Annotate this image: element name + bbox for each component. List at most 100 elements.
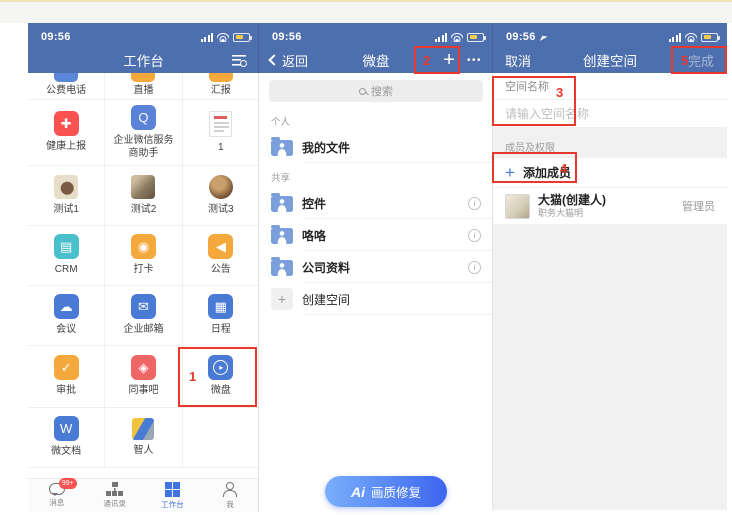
tab-contacts[interactable]: 通讯录	[86, 479, 144, 512]
row-shared-space[interactable]: 控件 i	[259, 187, 493, 219]
top-band	[0, 0, 732, 23]
row-my-files[interactable]: 我的文件	[259, 131, 493, 163]
service-assistant-icon: Q	[131, 105, 156, 130]
app-colleagues[interactable]: ◈同事吧	[105, 346, 182, 407]
app-announcement[interactable]: ◀公告	[183, 226, 259, 285]
app-public-phone[interactable]: 公费电话	[28, 73, 105, 99]
workbench-header: 09:56 工作台	[28, 23, 259, 73]
shared-folder-icon	[271, 260, 293, 276]
wedrive-header: 09:56 返回 微盘 + •••	[259, 23, 493, 73]
member-name: 大猫(创建人)	[538, 193, 606, 208]
app-health-report[interactable]: ✚健康上报	[28, 100, 105, 165]
member-row[interactable]: 大猫(创建人) 职务大猫明 管理员	[493, 188, 727, 224]
plus-icon: +	[505, 164, 515, 181]
tab-messages[interactable]: 99+ 消息	[28, 479, 86, 512]
test1-photo-icon	[54, 175, 78, 199]
megaphone-icon: ◀	[208, 234, 233, 259]
app-check-in[interactable]: ◉打卡	[105, 226, 182, 285]
public-phone-icon	[54, 73, 78, 82]
tab-workbench[interactable]: 工作台	[144, 479, 202, 512]
wedrive-play-icon: ▸	[208, 355, 233, 380]
battery-icon	[467, 33, 484, 42]
app-wedrive[interactable]: ▸微盘	[183, 346, 259, 407]
app-service-assistant[interactable]: Q企业微信服务商助手	[105, 100, 182, 165]
members-section-label: 成员及权限	[493, 127, 727, 158]
tab-me[interactable]: 我	[201, 479, 259, 512]
create-space-header: 09:56 取消 创建空间 完成	[493, 23, 727, 73]
app-wedoc[interactable]: W微文档	[28, 408, 105, 467]
search-placeholder: 搜索	[371, 83, 393, 99]
app-approval[interactable]: ✓审批	[28, 346, 105, 407]
app-test-2[interactable]: 测试2	[105, 166, 182, 225]
status-time: 09:56	[41, 31, 71, 43]
app-zhiren[interactable]: 智人	[105, 408, 182, 467]
wedrive-screen: 09:56 返回 微盘 + ••• 搜索 个	[259, 23, 493, 512]
status-bar: 09:56	[259, 23, 493, 47]
workbench-grid-icon	[165, 482, 180, 497]
tab-bar: 99+ 消息 通讯录 工作台 我	[28, 478, 259, 512]
app-crm[interactable]: ▤CRM	[28, 226, 105, 285]
back-chevron-icon	[268, 54, 279, 65]
app-live[interactable]: 直播	[105, 73, 182, 99]
workbench-settings-icon[interactable]	[232, 55, 247, 66]
wifi-icon	[685, 33, 697, 42]
report-icon	[209, 73, 233, 82]
done-button[interactable]: 完成	[688, 51, 714, 70]
app-test-3[interactable]: 测试3	[183, 166, 259, 225]
cube-icon	[132, 418, 154, 440]
row-shared-space[interactable]: 咯咯 i	[259, 219, 493, 251]
folder-icon	[271, 140, 293, 156]
plus-icon: +	[271, 288, 293, 310]
more-button[interactable]: •••	[467, 55, 482, 66]
space-name-label: 空间名称	[493, 73, 727, 100]
battery-icon	[233, 33, 250, 42]
check-in-pin-icon: ◉	[131, 234, 156, 259]
row-shared-space[interactable]: 公司资料 i	[259, 251, 493, 283]
shared-folder-icon	[271, 228, 293, 244]
unread-badge: 99+	[59, 478, 77, 489]
add-button[interactable]: +	[443, 50, 455, 70]
battery-icon	[701, 33, 718, 42]
info-icon[interactable]: i	[468, 197, 481, 210]
status-bar: 09:56	[493, 23, 727, 47]
workbench-screen: 09:56 工作台 公费电话 直播 汇报 ✚健康上报 Q企业微信服务商助手 1	[28, 23, 259, 512]
cancel-button[interactable]: 取消	[505, 51, 531, 70]
space-name-input[interactable]: 请输入空间名称	[493, 100, 727, 127]
app-doc-1[interactable]: 1	[183, 100, 259, 165]
signal-icon	[201, 33, 214, 42]
location-arrow-icon	[540, 33, 548, 41]
page-title: 工作台	[28, 50, 259, 70]
section-personal: 个人	[259, 107, 493, 131]
app-meeting[interactable]: ☁会议	[28, 286, 105, 345]
app-report[interactable]: 汇报	[183, 73, 259, 99]
add-member-button[interactable]: + 添加成员	[493, 158, 727, 188]
app-mail[interactable]: ✉企业邮箱	[105, 286, 182, 345]
colleagues-icon: ◈	[131, 355, 156, 380]
test3-photo-icon	[209, 175, 233, 199]
ai-enhance-button[interactable]: Ai 画质修复	[325, 476, 447, 507]
approval-stamp-icon: ✓	[54, 355, 79, 380]
app-calendar[interactable]: ▦日程	[183, 286, 259, 345]
wifi-icon	[451, 33, 463, 42]
live-icon	[131, 73, 155, 82]
app-test-1[interactable]: 测试1	[28, 166, 105, 225]
calendar-icon: ▦	[208, 294, 233, 319]
back-button[interactable]: 返回	[270, 51, 308, 70]
avatar	[505, 194, 530, 219]
create-space-screen: 09:56 取消 创建空间 完成 空间名称 请输入空间名称 成员及权限 + 添加…	[493, 23, 727, 510]
search-input[interactable]: 搜索	[269, 80, 483, 102]
status-time: 09:56	[506, 31, 536, 43]
info-icon[interactable]: i	[468, 261, 481, 274]
section-shared: 共享	[259, 163, 493, 187]
test2-photo-icon	[131, 175, 155, 199]
signal-icon	[669, 33, 682, 42]
grid-empty-cell	[183, 408, 259, 467]
wedoc-icon: W	[54, 416, 79, 441]
info-icon[interactable]: i	[468, 229, 481, 242]
member-subtitle: 职务大猫明	[538, 208, 606, 219]
row-create-space[interactable]: + 创建空间	[259, 283, 493, 315]
search-icon	[359, 88, 366, 95]
crm-icon: ▤	[54, 234, 79, 259]
health-report-icon: ✚	[54, 111, 79, 136]
doc-thumbnail-icon	[209, 111, 232, 137]
